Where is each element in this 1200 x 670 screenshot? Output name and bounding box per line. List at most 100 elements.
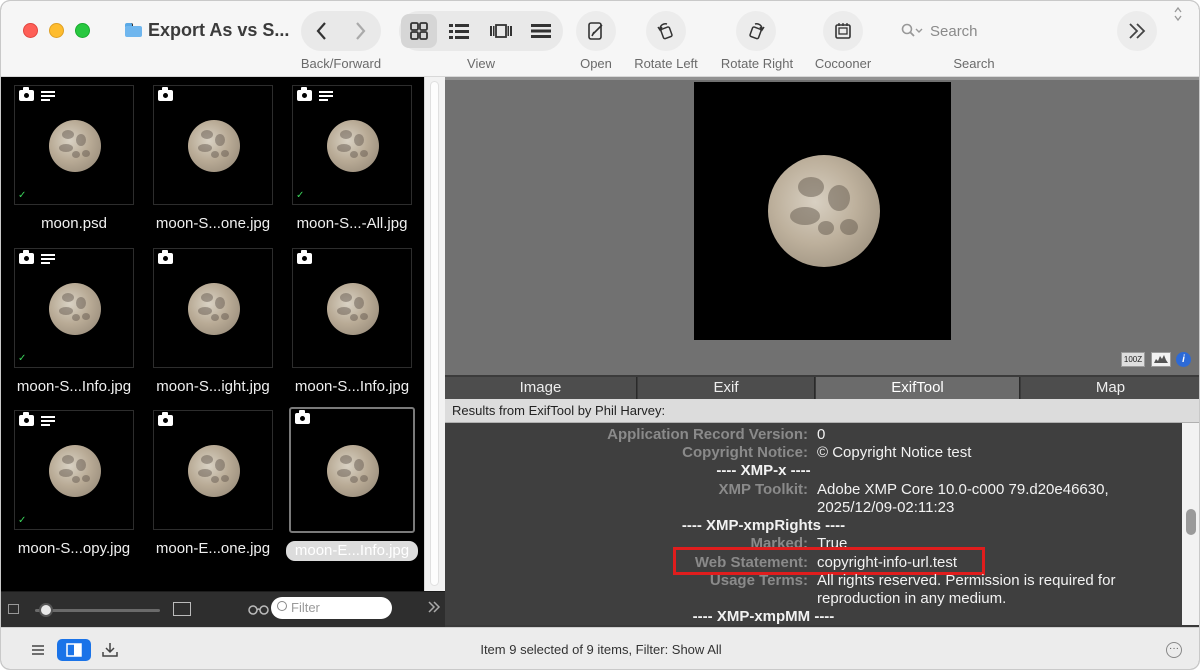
thumbnail-filename: moon-S...Info.jpg [294, 378, 410, 395]
back-button[interactable] [303, 11, 341, 51]
thumbnail-item[interactable]: moon-S...ight.jpg [153, 248, 293, 406]
metadata-lines-icon [41, 254, 55, 265]
camera-icon [295, 410, 310, 424]
image-preview: 100Z i [445, 77, 1199, 375]
thumbnail-filename: moon-E...Info.jpg [286, 541, 418, 561]
meta-key: Usage Terms: [709, 572, 808, 589]
forward-button[interactable] [341, 11, 379, 51]
thumbnail-size-slider-knob[interactable] [39, 603, 53, 617]
browser-bottom-bar: Filter [1, 591, 445, 627]
checkmark-icon: ✓ [296, 190, 305, 201]
moon-thumbnail [327, 120, 379, 172]
view-grid-button[interactable] [400, 11, 438, 51]
thumbnail-image[interactable]: ✓ [14, 248, 134, 368]
metadata-scrollbar[interactable] [1182, 423, 1199, 625]
cocooner-label: Cocooner [814, 56, 872, 71]
moon-thumbnail [188, 445, 240, 497]
meta-row-continuation: 2025/12/09-02:11:23 [445, 499, 1182, 517]
search-label: Search [953, 56, 995, 71]
meta-row: Application Record Version: 0 [445, 426, 1182, 444]
tab-image[interactable]: Image [445, 377, 637, 399]
moon-thumbnail [188, 283, 240, 335]
view-list-button[interactable] [440, 11, 478, 51]
thumbnail-filename: moon.psd [41, 215, 107, 232]
thumbnail-filename: moon-S...-All.jpg [296, 215, 408, 232]
thumbnail-item[interactable]: ✓ moon-S...opy.jpg [14, 410, 154, 568]
filter-input[interactable]: Filter [271, 597, 392, 619]
inspector-tabs: Image Exif ExifTool Map [445, 375, 1199, 399]
thumbnail-item[interactable]: moon-E...Info.jpg [286, 407, 432, 568]
thumbnail-item[interactable]: ✓ moon-S...-All.jpg [292, 85, 432, 243]
toolbar: Export As vs S... Back/Forward View Open… [1, 1, 1199, 77]
overflow-icon-wrap [1118, 11, 1156, 51]
tab-map[interactable]: Map [1021, 377, 1199, 399]
cocooner-icon [835, 23, 851, 39]
thumbnail-image[interactable] [292, 248, 412, 368]
metadata-list: Application Record Version: 0 Copyright … [445, 423, 1182, 625]
more-options-icon[interactable]: ··· [1166, 642, 1182, 658]
large-thumbnail-icon [173, 602, 191, 616]
close-window-button[interactable] [23, 23, 38, 38]
small-thumbnail-icon [8, 604, 19, 614]
camera-icon [297, 250, 312, 264]
thumbnail-image[interactable] [289, 407, 415, 533]
thumbnail-item[interactable]: moon-S...one.jpg [153, 85, 293, 243]
moon-thumbnail [188, 120, 240, 172]
thumbnail-image[interactable] [153, 248, 273, 368]
info-icon[interactable]: i [1176, 352, 1191, 367]
tab-exiftool[interactable]: ExifTool [816, 377, 1020, 399]
double-chevron-right-icon[interactable] [427, 600, 441, 614]
search-icon [901, 23, 923, 37]
meta-row: XMP Toolkit: Adobe XMP Core 10.0-c000 79… [445, 481, 1182, 499]
preview-image[interactable] [694, 82, 951, 340]
moon-thumbnail [327, 283, 379, 335]
view-filmstrip-button[interactable] [482, 11, 520, 51]
thumbnail-item[interactable]: ✓ moon-S...Info.jpg [14, 248, 154, 406]
meta-key: XMP Toolkit: [718, 481, 808, 498]
browser-scroll-knob[interactable] [430, 81, 439, 586]
meta-value: reproduction in any medium. [817, 590, 1007, 607]
tab-exif[interactable]: Exif [638, 377, 815, 399]
thumbnail-image[interactable] [153, 85, 273, 205]
glasses-icon[interactable] [248, 602, 270, 616]
toolbar-scroll-arrows-icon [1174, 6, 1182, 22]
zoom-window-button[interactable] [75, 23, 90, 38]
meta-value: 2025/12/09-02:11:23 [817, 499, 955, 516]
status-bar: Item 9 selected of 9 items, Filter: Show… [1, 627, 1199, 669]
view-details-button[interactable] [522, 11, 560, 51]
filter-search-icon [277, 601, 287, 611]
search-input[interactable]: Search [930, 23, 978, 40]
metadata-lines-icon [41, 91, 55, 102]
metadata-scroll-knob[interactable] [1186, 509, 1196, 535]
checkmark-icon: ✓ [18, 515, 27, 526]
thumbnail-image[interactable] [153, 410, 273, 530]
meta-row: Usage Terms: All rights reserved. Permis… [445, 572, 1182, 590]
details-list-icon [531, 24, 551, 38]
thumbnail-image[interactable]: ✓ [292, 85, 412, 205]
minimize-window-button[interactable] [49, 23, 64, 38]
meta-key: Application Record Version: [607, 426, 808, 443]
thumbnail-item[interactable]: moon-E...one.jpg [153, 410, 293, 568]
filmstrip-icon [490, 24, 512, 38]
thumbnail-size-slider[interactable] [35, 609, 160, 612]
thumbnail-item[interactable]: moon-S...Info.jpg [292, 248, 432, 406]
thumbnail-image[interactable]: ✓ [14, 85, 134, 205]
metadata-lines-icon [41, 416, 55, 427]
zoom-100-badge[interactable]: 100Z [1121, 352, 1145, 367]
section-header-xmp-rights: ---- XMP-xmpRights ---- [681, 517, 846, 534]
checkmark-icon: ✓ [18, 190, 27, 201]
rotate-right-icon-wrap [737, 11, 775, 51]
histogram-icon[interactable] [1151, 352, 1171, 367]
meta-key: Copyright Notice: [682, 444, 808, 461]
results-title: Results from ExifTool by Phil Harvey: [445, 399, 1199, 423]
moon-thumbnail [49, 120, 101, 172]
thumbnail-image[interactable]: ✓ [14, 410, 134, 530]
thumbnail-item[interactable]: ✓ moon.psd [14, 85, 154, 243]
folder-icon [125, 23, 142, 37]
moon-thumbnail [49, 283, 101, 335]
meta-value: 0 [817, 426, 826, 443]
meta-value: © Copyright Notice test [817, 444, 972, 461]
camera-icon [158, 87, 173, 101]
browser-scrollbar[interactable] [424, 77, 445, 591]
image-browser: ✓ moon.psd moon-S...one.jpg ✓ moon-S...-All.… [1, 77, 424, 591]
